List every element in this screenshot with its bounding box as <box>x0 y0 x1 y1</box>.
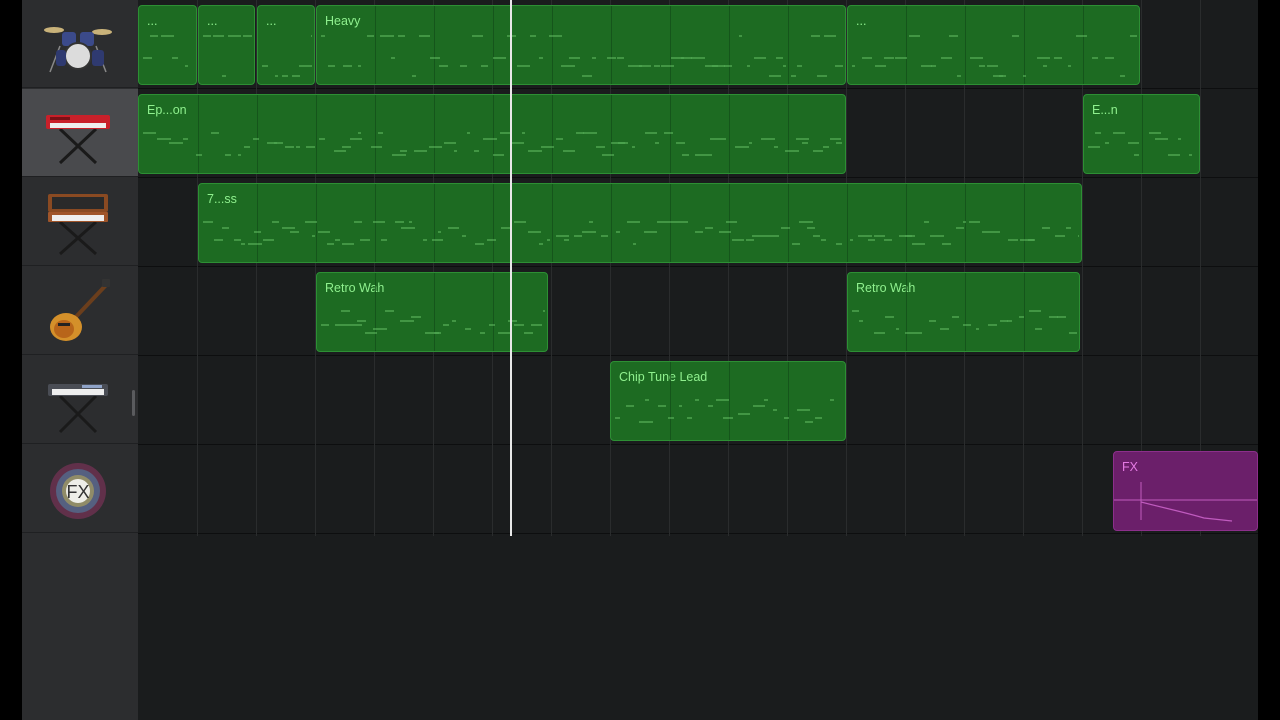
midi-notes <box>203 221 1079 245</box>
electric-guitar-icon <box>50 279 110 341</box>
vintage-synth-icon <box>48 194 108 256</box>
keyboard-stand-icon <box>48 384 108 434</box>
region-drums-5[interactable]: ... <box>847 5 1140 85</box>
region-chip-tune-lead[interactable]: Chip Tune Lead <box>610 361 846 441</box>
midi-notes <box>262 35 312 77</box>
midi-notes <box>852 310 1077 334</box>
track-header-fx[interactable]: FX <box>22 445 138 533</box>
region-analog-bass[interactable]: 7...ss <box>198 183 1082 263</box>
playhead[interactable] <box>510 0 512 536</box>
region-drums-1[interactable]: ... <box>138 5 197 85</box>
region-synth-e[interactable]: E...n <box>1083 94 1200 174</box>
region-retro-wah-2[interactable]: Retro Wah <box>847 272 1080 352</box>
left-edge <box>0 0 22 720</box>
midi-notes <box>852 35 1137 77</box>
region-drums-3[interactable]: ... <box>257 5 315 85</box>
track-header-synth-keys[interactable] <box>22 89 138 177</box>
track-header-drums[interactable] <box>22 0 138 88</box>
region-fx[interactable]: FX <box>1113 451 1258 531</box>
track-header-analog-synth[interactable] <box>22 178 138 266</box>
lane-fx <box>138 445 1258 534</box>
midi-notes <box>1088 132 1192 156</box>
garageband-tracks-view: FX ... ... ... Heavy ... Ep...on E...n 7… <box>0 0 1280 720</box>
red-keyboard-icon <box>46 115 110 165</box>
midi-notes <box>203 35 252 77</box>
tracks-area[interactable]: ... ... ... Heavy ... Ep...on E...n 7...… <box>138 0 1258 720</box>
midi-notes <box>321 35 843 77</box>
midi-notes <box>143 35 188 67</box>
lane-guitar <box>138 267 1258 356</box>
track-header-guitar[interactable] <box>22 267 138 355</box>
midi-notes <box>321 310 545 334</box>
fx-icon-label: FX <box>66 482 89 502</box>
fx-burst-icon: FX <box>50 463 106 519</box>
region-drums-heavy[interactable]: Heavy <box>316 5 846 85</box>
region-retro-wah-1[interactable]: Retro Wah <box>316 272 548 352</box>
right-edge <box>1258 0 1280 720</box>
midi-notes <box>615 399 834 423</box>
region-drums-2[interactable]: ... <box>198 5 255 85</box>
track-header-column: FX <box>22 0 138 720</box>
fx-automation-curve <box>1114 482 1257 522</box>
midi-notes <box>143 132 842 156</box>
track-header-keyboard[interactable] <box>22 356 138 444</box>
region-synth-ep[interactable]: Ep...on <box>138 94 846 174</box>
drum-kit-icon <box>44 27 112 73</box>
header-resize-handle[interactable] <box>132 390 135 416</box>
